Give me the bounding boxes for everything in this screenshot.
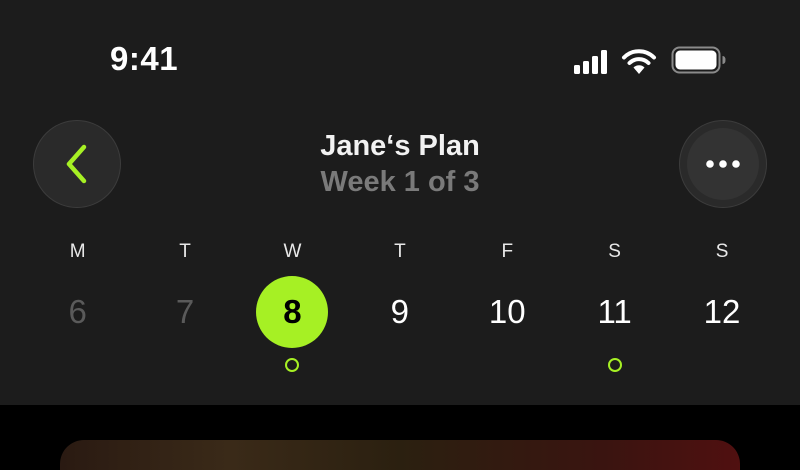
wifi-icon — [621, 48, 657, 74]
more-options-inner — [687, 128, 759, 200]
day-number-circle: 9 — [364, 276, 436, 348]
day-friday[interactable]: F 10 — [454, 238, 561, 372]
day-letter: S — [715, 241, 729, 262]
day-letter: T — [179, 241, 191, 262]
day-letter: M — [69, 241, 86, 262]
workout-indicator-empty — [393, 358, 407, 372]
chevron-left-icon — [66, 144, 87, 184]
day-tuesday[interactable]: T 7 — [131, 238, 238, 372]
day-letter: F — [501, 241, 514, 262]
day-number-circle: 12 — [686, 276, 758, 348]
workout-indicator-dot — [607, 358, 622, 372]
plan-title: Jane‘s Plan — [320, 130, 480, 162]
week-strip: M 6 T 7 W 8 T 9 F 10 S 11 S 12 — [24, 238, 776, 372]
day-number: 12 — [703, 293, 741, 330]
day-sunday[interactable]: S 12 — [668, 238, 775, 372]
ellipsis-icon — [706, 160, 740, 168]
workout-indicator-empty — [178, 358, 192, 372]
day-number-circle: 6 — [42, 276, 114, 348]
header-titles: Jane‘s Plan Week 1 of 3 — [200, 128, 600, 200]
battery-icon — [671, 46, 727, 74]
day-letter: S — [608, 241, 621, 262]
day-thursday[interactable]: T 9 — [346, 238, 453, 372]
status-icons — [574, 46, 727, 74]
day-number: 6 — [68, 293, 87, 330]
day-wednesday-selected[interactable]: W 8 — [239, 238, 346, 372]
day-monday[interactable]: M 6 — [24, 238, 131, 372]
day-number: 7 — [175, 293, 195, 330]
day-number: 11 — [597, 293, 632, 330]
day-number: 8 — [283, 293, 302, 330]
header-panel: 9:41 Jane‘s Plan Week 1 of 3 M 6 T 7 W 8… — [0, 0, 800, 405]
workout-indicator-empty — [71, 358, 85, 372]
more-options-button[interactable] — [679, 120, 767, 208]
plan-week-subtitle: Week 1 of 3 — [320, 166, 480, 198]
day-number-circle: 7 — [149, 276, 221, 348]
app-screen: 9:41 Jane‘s Plan Week 1 of 3 M 6 T 7 W 8… — [0, 0, 800, 470]
day-number: 9 — [390, 293, 410, 330]
day-saturday[interactable]: S 11 — [561, 238, 668, 372]
workout-card-preview[interactable] — [60, 440, 740, 470]
back-button[interactable] — [33, 120, 121, 208]
selected-day-circle: 8 — [256, 276, 329, 348]
workout-indicator-empty — [715, 358, 729, 372]
cellular-signal-icon — [574, 49, 607, 74]
day-number: 10 — [488, 293, 526, 330]
workout-indicator-dot — [285, 358, 300, 372]
day-number-circle: 10 — [471, 276, 543, 348]
day-letter: T — [394, 241, 406, 262]
day-number-circle: 11 — [579, 276, 651, 348]
workout-indicator-empty — [500, 358, 514, 372]
day-letter: W — [283, 241, 302, 262]
status-time: 9:41 — [110, 40, 179, 77]
